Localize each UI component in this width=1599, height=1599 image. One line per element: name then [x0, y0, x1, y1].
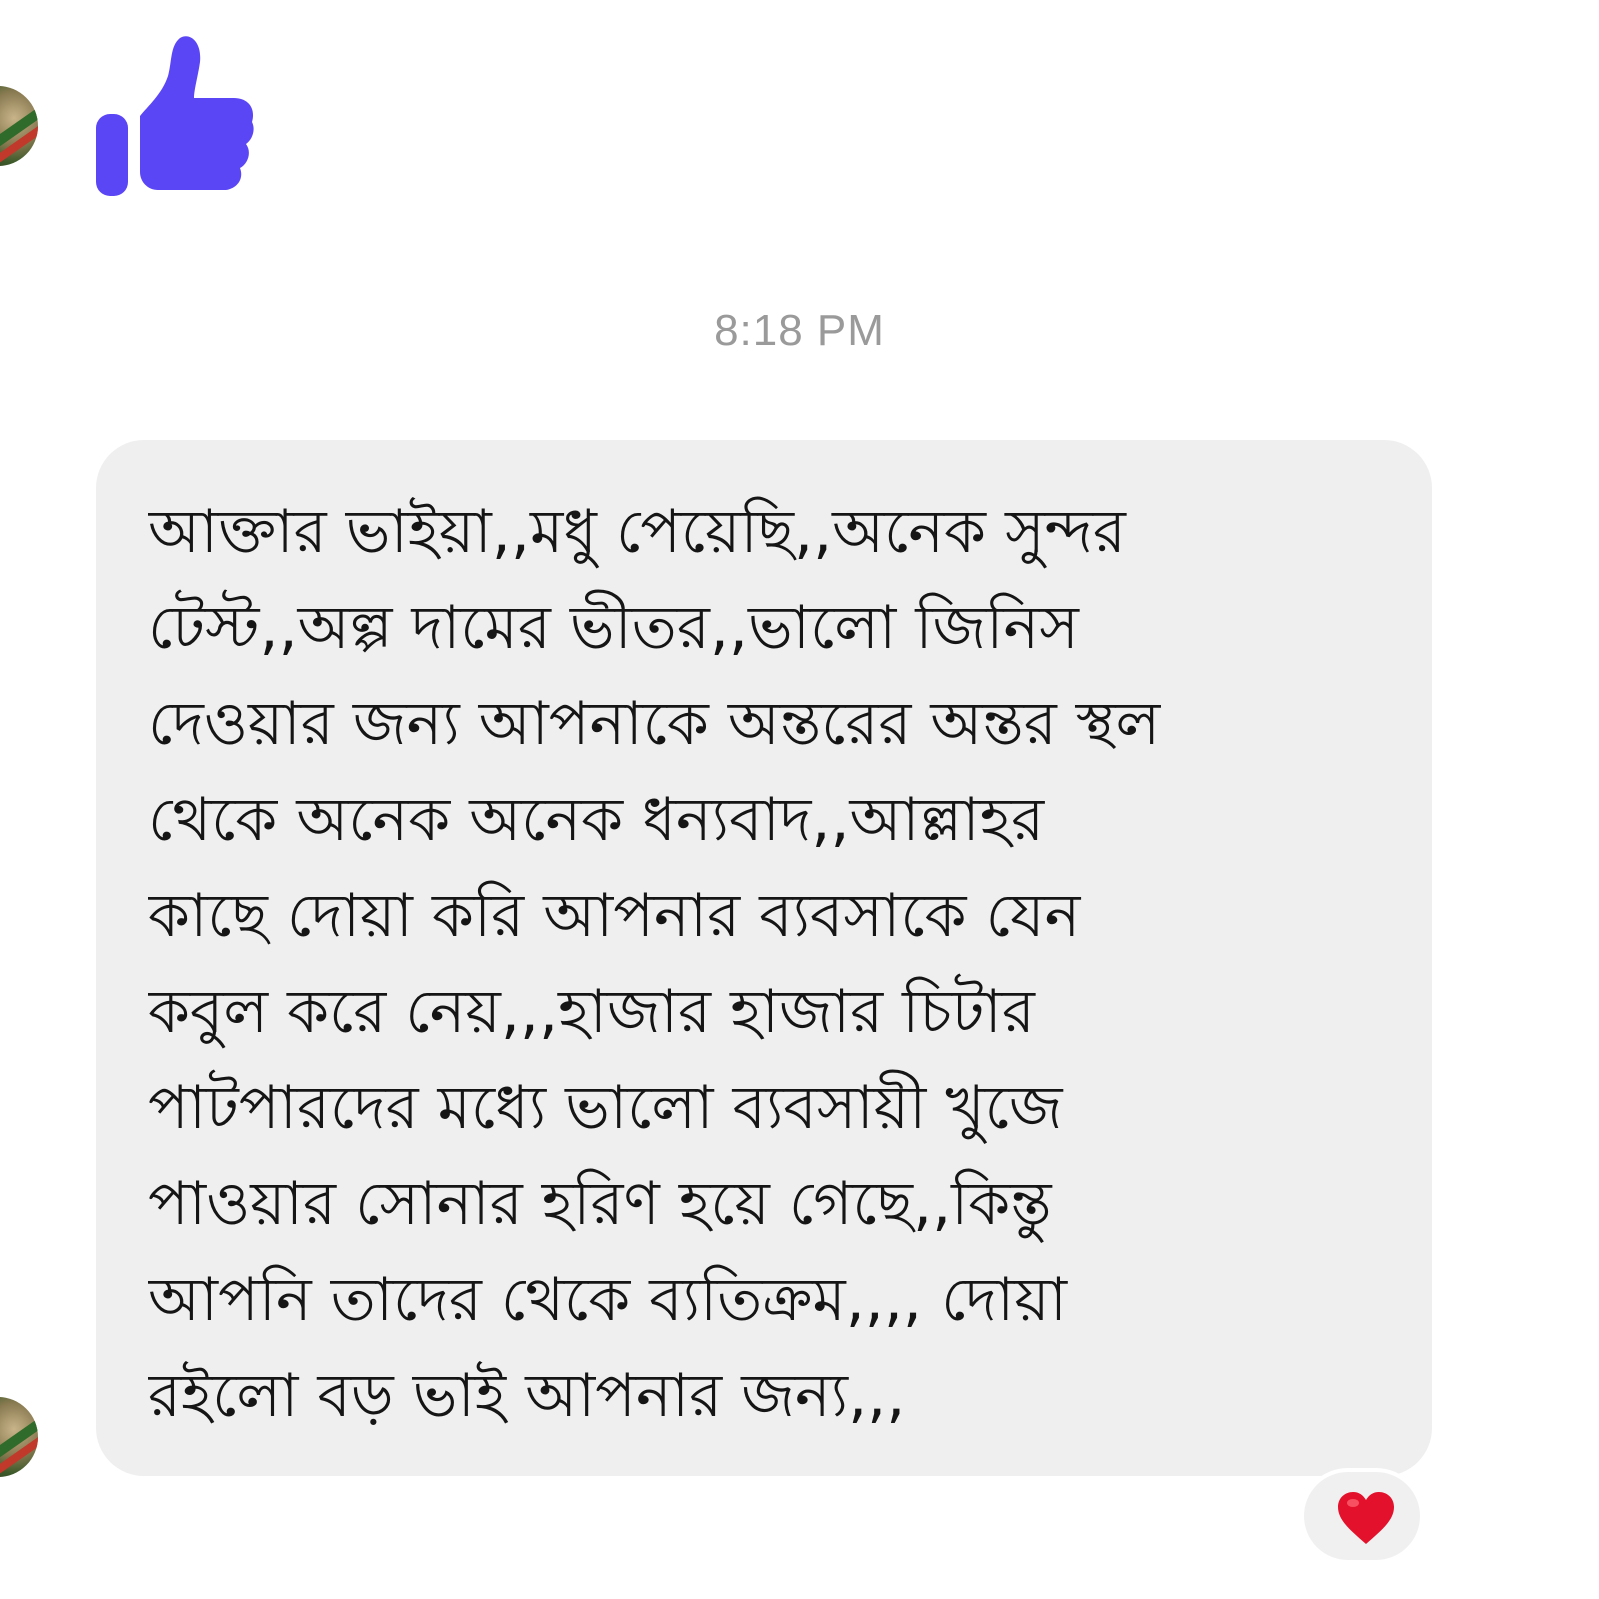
- sender-avatar[interactable]: [0, 86, 38, 166]
- chat-screen: 8:18 PM আক্তার ভাইয়া,,মধু পেয়েছি,,অনেক…: [0, 0, 1599, 1599]
- reaction-badge[interactable]: [1300, 1468, 1424, 1564]
- heart-icon: [1338, 1492, 1394, 1544]
- message-line: কাছে দোয়া করি আপনার ব্যবসাকে যেন: [148, 881, 1081, 951]
- message-line: টেস্ট,,অল্প দামের ভীতর,,ভালো জিনিস: [148, 593, 1079, 663]
- message-line: কবুল করে নেয়,,,হাজার হাজার চিটার: [148, 977, 1035, 1047]
- message-line: আপনি তাদের থেকে ব্যতিক্রম,,,, দোয়া: [148, 1265, 1068, 1335]
- message-line: রইলো বড় ভাই আপনার জন্য,,,: [148, 1361, 906, 1431]
- message-timestamp: 8:18 PM: [714, 306, 885, 355]
- message-line: থেকে অনেক অনেক ধন্যবাদ,,আল্লাহর: [148, 785, 1045, 855]
- message-bubble[interactable]: আক্তার ভাইয়া,,মধু পেয়েছি,,অনেক সুন্দর …: [96, 440, 1432, 1476]
- sender-avatar[interactable]: [0, 1397, 38, 1477]
- message-line: পাটপারদের মধ্যে ভালো ব্যবসায়ী খুজে: [148, 1073, 1063, 1143]
- message-line: পাওয়ার সোনার হরিণ হয়ে গেছে,,কিন্তু: [148, 1169, 1052, 1239]
- message-line: আক্তার ভাইয়া,,মধু পেয়েছি,,অনেক সুন্দর: [148, 497, 1126, 567]
- message-line: দেওয়ার জন্য আপনাকে অন্তরের অন্তর স্থল: [148, 689, 1161, 759]
- thumbs-up-icon[interactable]: [96, 32, 256, 202]
